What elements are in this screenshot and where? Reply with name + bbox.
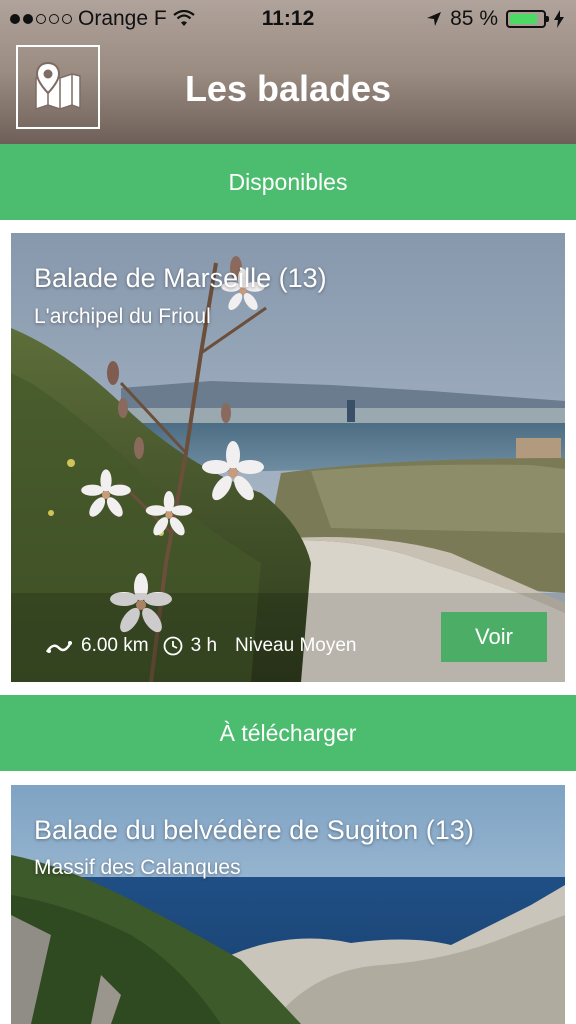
battery-icon [506, 10, 549, 28]
clock-icon [163, 636, 182, 656]
walk-meta: 6.00 km 3 h Niveau Moyen [45, 635, 356, 657]
walk-subtitle: L'archipel du Frioul [34, 305, 211, 328]
walk-card-sugiton[interactable]: Balade du belvédère de Sugiton (13) Mass… [11, 785, 565, 1024]
location-arrow-icon [427, 12, 442, 26]
section-available: Disponibles [0, 144, 576, 220]
page-title: Les balades [184, 68, 392, 109]
walk-title: Balade du belvédère de Sugiton (13) [34, 815, 474, 845]
walk-level: Niveau Moyen [235, 635, 357, 656]
walk-duration: 3 h [190, 635, 218, 656]
walk-subtitle: Massif des Calanques [34, 856, 241, 879]
app-header: Orange F 11:12 85 % Les balades [0, 0, 576, 144]
section-download: À télécharger [0, 695, 576, 771]
walk-card-marseille[interactable]: Balade de Marseille (13) L'archipel du F… [11, 233, 565, 682]
view-button[interactable]: Voir [441, 612, 547, 662]
charging-bolt-icon [554, 10, 564, 28]
status-bar: Orange F 11:12 85 % [0, 0, 576, 40]
route-icon [45, 641, 73, 653]
walk-distance: 6.00 km [81, 635, 149, 656]
battery-percent: 85 % [450, 7, 498, 30]
walk-title: Balade de Marseille (13) [34, 263, 327, 293]
